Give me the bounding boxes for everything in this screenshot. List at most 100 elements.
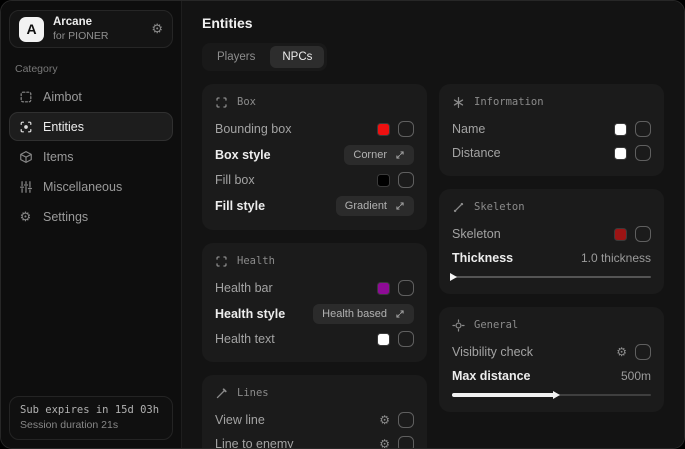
tab-npcs[interactable]: NPCs	[270, 46, 324, 68]
setting-label: Distance	[452, 146, 501, 160]
setting-row: Health style Health based	[215, 300, 414, 327]
name-checkbox[interactable]	[635, 121, 651, 137]
expand-icon	[395, 201, 405, 211]
app-window: A Arcane for PIONER ⚙ Category Aimbot	[0, 0, 685, 449]
session-duration-text: Session duration 21s	[20, 419, 162, 431]
color-swatch[interactable]	[377, 333, 390, 346]
card-columns: Box Bounding box Box style Corne	[202, 84, 664, 449]
setting-row: Name	[452, 117, 651, 141]
setting-row: Fill box	[215, 168, 414, 192]
gear-icon[interactable]: ⚙	[379, 414, 390, 426]
skeleton-checkbox[interactable]	[635, 226, 651, 242]
skeleton-card: Skeleton Skeleton Thickness 1.0 thicknes…	[439, 189, 664, 294]
sidebar-item-items[interactable]: Items	[9, 142, 173, 171]
sidebar: A Arcane for PIONER ⚙ Category Aimbot	[1, 1, 182, 448]
gear-icon[interactable]: ⚙	[616, 346, 627, 358]
setting-row: View line ⚙	[215, 408, 414, 432]
sidebar-item-label: Miscellaneous	[43, 180, 122, 194]
tab-players[interactable]: Players	[205, 46, 267, 68]
sidebar-item-label: Items	[43, 150, 74, 164]
health-card-header: Health	[215, 253, 414, 269]
setting-row: Skeleton	[452, 222, 651, 246]
slider-track	[452, 276, 651, 278]
line-to-enemy-checkbox[interactable]	[398, 436, 414, 449]
setting-row: Line to enemy ⚙	[215, 432, 414, 449]
slider-fill	[452, 393, 555, 397]
visibility-check-checkbox[interactable]	[635, 344, 651, 360]
card-title: General	[474, 319, 518, 331]
sub-expires-text: Sub expires in 15d 03h	[20, 404, 162, 416]
thickness-value: 1.0 thickness	[581, 251, 651, 265]
general-card-header: General	[452, 317, 651, 333]
thickness-slider[interactable]	[452, 271, 651, 283]
card-title: Information	[474, 96, 544, 108]
scan-eye-icon	[18, 120, 33, 134]
dropdown-value: Health based	[322, 308, 387, 320]
information-card-header: Information	[452, 94, 651, 110]
card-title: Lines	[237, 387, 269, 399]
gear-icon: ⚙	[18, 209, 33, 225]
expand-icon	[395, 309, 405, 319]
setting-row: Fill style Gradient	[215, 192, 414, 219]
sidebar-item-miscellaneous[interactable]: Miscellaneous	[9, 172, 173, 201]
sidebar-item-label: Settings	[43, 210, 88, 224]
color-swatch[interactable]	[614, 228, 627, 241]
health-text-checkbox[interactable]	[398, 331, 414, 347]
fill-box-checkbox[interactable]	[398, 172, 414, 188]
distance-checkbox[interactable]	[635, 145, 651, 161]
slider-thumb[interactable]	[450, 273, 457, 281]
setting-row: Max distance 500m	[452, 364, 651, 388]
sidebar-item-aimbot[interactable]: Aimbot	[9, 82, 173, 111]
slider-thumb[interactable]	[553, 391, 560, 399]
sidebar-item-entities[interactable]: Entities	[9, 112, 173, 141]
sidebar-item-settings[interactable]: ⚙ Settings	[9, 202, 173, 231]
color-swatch[interactable]	[377, 282, 390, 295]
setting-label: Box style	[215, 148, 271, 162]
setting-label: Fill box	[215, 173, 255, 187]
setting-label: Visibility check	[452, 345, 533, 359]
fill-style-dropdown[interactable]: Gradient	[336, 196, 414, 216]
brand-name: Arcane	[53, 15, 108, 29]
setting-row: Health text	[215, 327, 414, 351]
color-swatch[interactable]	[377, 123, 390, 136]
brand-card: A Arcane for PIONER ⚙	[9, 10, 173, 48]
setting-label: Health bar	[215, 281, 273, 295]
health-style-dropdown[interactable]: Health based	[313, 304, 414, 324]
color-swatch[interactable]	[614, 147, 627, 160]
box-card: Box Bounding box Box style Corne	[202, 84, 427, 230]
sidebar-item-label: Entities	[43, 120, 84, 134]
asterisk-icon	[452, 96, 465, 109]
brand-subtitle: for PIONER	[53, 30, 108, 43]
bone-icon	[452, 201, 465, 214]
card-title: Health	[237, 255, 275, 267]
expand-icon	[395, 150, 405, 160]
skeleton-card-header: Skeleton	[452, 199, 651, 215]
gear-icon[interactable]: ⚙	[379, 438, 390, 449]
information-card: Information Name Distance	[439, 84, 664, 176]
color-swatch[interactable]	[614, 123, 627, 136]
left-column: Box Bounding box Box style Corne	[202, 84, 427, 449]
setting-label: Line to enemy	[215, 437, 294, 449]
brand-text: Arcane for PIONER	[53, 15, 108, 43]
general-card: General Visibility check ⚙ Max distance …	[439, 307, 664, 412]
color-swatch[interactable]	[377, 174, 390, 187]
health-card: Health Health bar Health style H	[202, 243, 427, 362]
crosshair-icon	[18, 90, 33, 104]
main-panel: Entities Players NPCs Box Bounding box	[182, 1, 684, 448]
category-label: Category	[15, 63, 167, 75]
max-distance-slider[interactable]	[452, 389, 651, 401]
setting-label: Skeleton	[452, 227, 501, 241]
corner-brackets-icon	[215, 96, 228, 109]
view-line-checkbox[interactable]	[398, 412, 414, 428]
setting-label: Max distance	[452, 369, 531, 383]
setting-row: Health bar	[215, 276, 414, 300]
setting-row: Thickness 1.0 thickness	[452, 246, 651, 270]
setting-label: Name	[452, 122, 485, 136]
card-title: Skeleton	[474, 201, 525, 213]
crosshair-sun-icon	[452, 319, 465, 332]
gear-icon[interactable]: ⚙	[151, 21, 163, 37]
bounding-box-checkbox[interactable]	[398, 121, 414, 137]
box-style-dropdown[interactable]: Corner	[344, 145, 414, 165]
health-bar-checkbox[interactable]	[398, 280, 414, 296]
box-card-header: Box	[215, 94, 414, 110]
